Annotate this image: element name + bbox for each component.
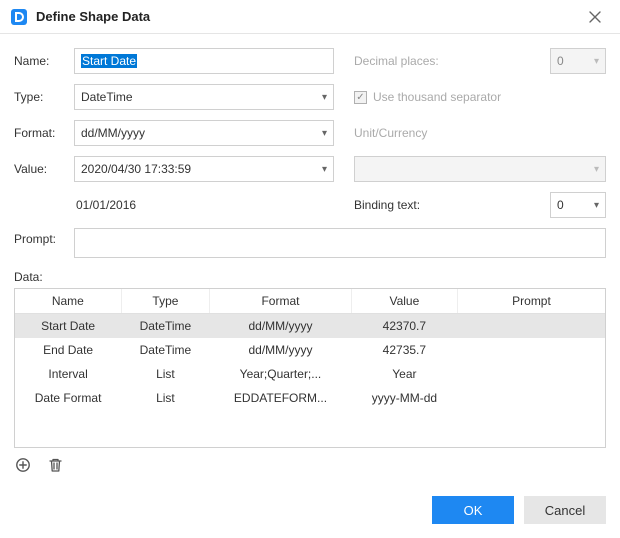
unit-currency-label: Unit/Currency: [354, 126, 606, 140]
col-type[interactable]: Type: [121, 289, 210, 314]
cell-type: DateTime: [121, 338, 210, 362]
form-grid: Name: Start Date Decimal places: 0 Type:…: [14, 48, 606, 218]
cell-value: Year: [351, 362, 457, 386]
cell-prompt: [457, 314, 605, 339]
prompt-input[interactable]: [74, 228, 606, 258]
thousand-separator-row: Use thousand separator: [354, 90, 606, 104]
dialog-title: Define Shape Data: [36, 9, 150, 24]
app-icon: [10, 8, 28, 26]
format-label: Format:: [14, 126, 74, 140]
data-section: Data: Name Type Format Value Prompt: [14, 270, 606, 478]
cell-type: DateTime: [121, 314, 210, 339]
cell-value: 42370.7: [351, 314, 457, 339]
value-select[interactable]: 2020/04/30 17:33:59: [74, 156, 334, 182]
col-format[interactable]: Format: [210, 289, 352, 314]
value-sample-text: 01/01/2016: [74, 198, 334, 212]
binding-text-value: 0: [557, 198, 564, 212]
cell-type: List: [121, 386, 210, 410]
binding-text-select[interactable]: 0: [550, 192, 606, 218]
cell-prompt: [457, 386, 605, 410]
cell-format: dd/MM/yyyy: [210, 338, 352, 362]
cell-prompt: [457, 338, 605, 362]
close-button[interactable]: [580, 2, 610, 32]
type-value: DateTime: [81, 90, 133, 104]
thousand-separator-label: Use thousand separator: [373, 90, 501, 104]
cell-value: 42735.7: [351, 338, 457, 362]
cell-name: Date Format: [15, 386, 121, 410]
col-prompt[interactable]: Prompt: [457, 289, 605, 314]
prompt-row: Prompt:: [14, 228, 606, 258]
cell-name: End Date: [15, 338, 121, 362]
type-label: Type:: [14, 90, 74, 104]
col-value[interactable]: Value: [351, 289, 457, 314]
type-select[interactable]: DateTime: [74, 84, 334, 110]
delete-row-button[interactable]: [46, 456, 64, 474]
ok-button[interactable]: OK: [432, 496, 514, 524]
decimal-places-value: 0: [557, 54, 564, 68]
col-name[interactable]: Name: [15, 289, 121, 314]
titlebar: Define Shape Data: [0, 0, 620, 34]
close-icon: [589, 11, 601, 23]
name-input[interactable]: Start Date: [74, 48, 334, 74]
table-row[interactable]: IntervalListYear;Quarter;...Year: [15, 362, 605, 386]
table-row[interactable]: Date FormatListEDDATEFORM...yyyy-MM-dd: [15, 386, 605, 410]
add-row-button[interactable]: [14, 456, 32, 474]
cell-value: yyyy-MM-dd: [351, 386, 457, 410]
value-label: Value:: [14, 162, 74, 176]
name-label: Name:: [14, 54, 74, 68]
format-value: dd/MM/yyyy: [81, 126, 145, 140]
plus-circle-icon: [15, 457, 31, 473]
table-row[interactable]: Start DateDateTimedd/MM/yyyy42370.7: [15, 314, 605, 339]
trash-icon: [48, 457, 63, 473]
dialog-footer: OK Cancel: [0, 488, 620, 538]
prompt-label: Prompt:: [14, 228, 74, 246]
table-row[interactable]: End DateDateTimedd/MM/yyyy42735.7: [15, 338, 605, 362]
decimal-places-select[interactable]: 0: [550, 48, 606, 74]
data-label: Data:: [14, 270, 606, 284]
binding-text-label: Binding text:: [354, 198, 540, 212]
cell-type: List: [121, 362, 210, 386]
dialog-body: Name: Start Date Decimal places: 0 Type:…: [0, 34, 620, 488]
format-select[interactable]: dd/MM/yyyy: [74, 120, 334, 146]
cell-format: dd/MM/yyyy: [210, 314, 352, 339]
decimal-places-label: Decimal places:: [354, 54, 474, 68]
dialog-window: Define Shape Data Name: Start Date Decim…: [0, 0, 620, 538]
table-header-row: Name Type Format Value Prompt: [15, 289, 605, 314]
data-toolbar: [14, 448, 606, 478]
data-table[interactable]: Name Type Format Value Prompt Start Date…: [14, 288, 606, 448]
cell-format: EDDATEFORM...: [210, 386, 352, 410]
cell-format: Year;Quarter;...: [210, 362, 352, 386]
unit-currency-select[interactable]: [354, 156, 606, 182]
thousand-separator-checkbox[interactable]: [354, 91, 367, 104]
cell-name: Start Date: [15, 314, 121, 339]
value-value: 2020/04/30 17:33:59: [81, 162, 191, 176]
cancel-button[interactable]: Cancel: [524, 496, 606, 524]
name-input-value: Start Date: [81, 54, 137, 68]
cell-name: Interval: [15, 362, 121, 386]
cell-prompt: [457, 362, 605, 386]
